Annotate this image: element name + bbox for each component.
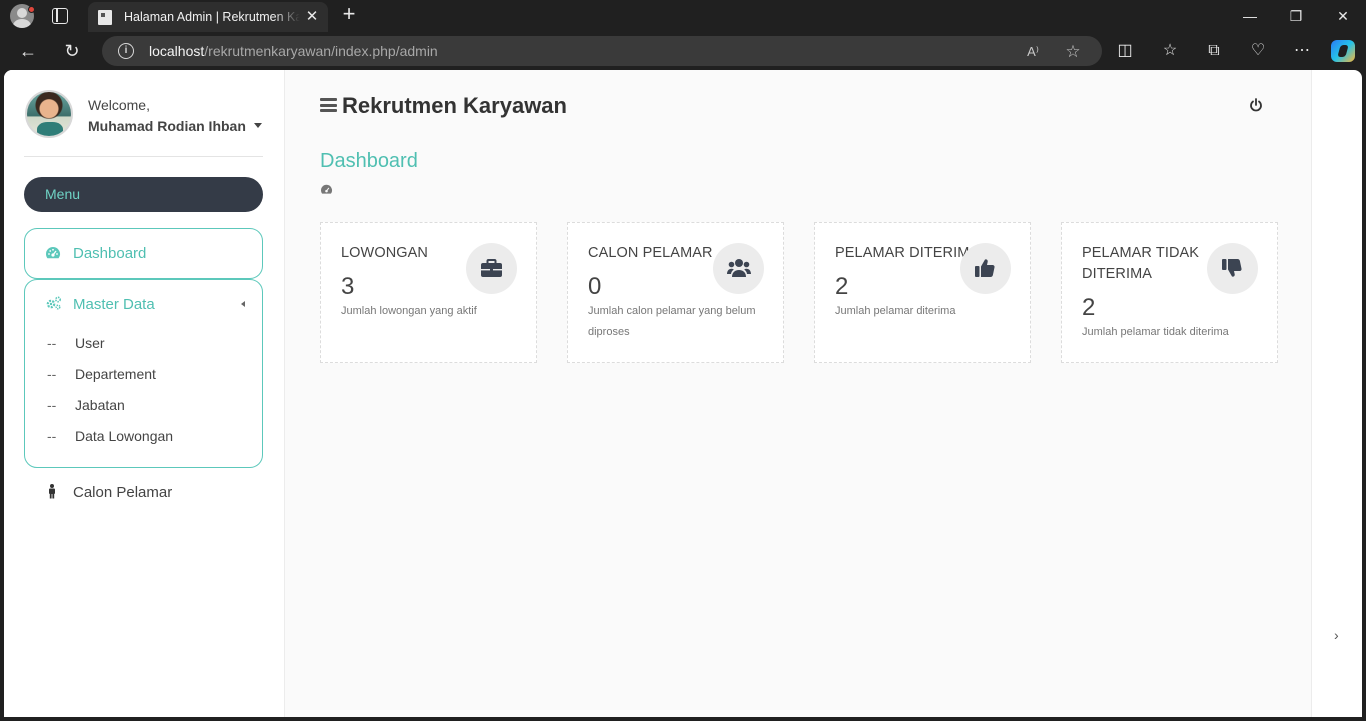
tab-title: Halaman Admin | Rekrutmen Karyawan xyxy=(124,10,300,24)
favorites-icon[interactable]: ☆ xyxy=(1160,41,1180,61)
sidebar-item-label: Master Data xyxy=(73,296,155,313)
sidebar-item-master-data[interactable]: Master Data xyxy=(25,280,262,326)
stat-card-pelamar-diterima: PELAMAR DITERIMA 2 Jumlah pelamar diteri… xyxy=(814,222,1031,363)
web-page: Welcome, Muhamad Rodian Ihban Menu Dashb… xyxy=(4,70,1362,717)
card-label: LOWONGAN xyxy=(341,245,428,261)
tab-close-icon[interactable]: ✕ xyxy=(302,7,322,27)
page-title: Dashboard xyxy=(320,150,418,172)
submenu-prefix: -- xyxy=(47,428,57,444)
refresh-icon[interactable]: ↻ xyxy=(62,41,82,61)
back-arrow-icon[interactable]: ← xyxy=(18,41,38,61)
submenu-item-jabatan[interactable]: -- Jabatan xyxy=(47,397,125,413)
tachometer-icon xyxy=(45,246,61,262)
card-value: 3 xyxy=(341,273,355,300)
browser-chrome: Halaman Admin | Rekrutmen Karyawan ✕ + —… xyxy=(0,0,1366,70)
submenu-label: Data Lowongan xyxy=(75,428,174,444)
submenu-label: Departement xyxy=(75,366,156,382)
app-title: Rekrutmen Karyawan xyxy=(342,93,567,118)
cogs-icon xyxy=(45,296,62,312)
new-tab-button[interactable]: + xyxy=(338,3,360,26)
url-path: /rekrutmenkaryawan/index.php/admin xyxy=(204,43,438,59)
menu-header: Menu xyxy=(24,177,263,212)
sidebar-item-label: Calon Pelamar xyxy=(73,484,173,501)
card-description: Jumlah pelamar tidak diterima xyxy=(1082,326,1229,338)
stat-card-calon-pelamar: CALON PELAMAR 0 Jumlah calon pelamar yan… xyxy=(567,222,784,363)
submenu-label: Jabatan xyxy=(75,397,125,413)
submenu-prefix: -- xyxy=(47,397,57,413)
card-label: PELAMAR TIDAK DITERIMA xyxy=(1082,245,1200,282)
submenu-prefix: -- xyxy=(47,366,57,382)
favorite-star-icon[interactable]: ☆ xyxy=(1064,43,1082,61)
sidebar: Welcome, Muhamad Rodian Ihban Menu Dashb… xyxy=(4,70,283,717)
sidebar-group-master-data: Master Data -- User -- Departement -- Jabat… xyxy=(24,279,263,468)
caret-down-icon xyxy=(253,122,262,128)
username: Muhamad Rodian Ihban xyxy=(88,118,246,134)
tab-strip: Halaman Admin | Rekrutmen Karyawan ✕ + —… xyxy=(0,0,1366,32)
url-text[interactable]: localhost/rekrutmenkaryawan/index.php/ad… xyxy=(149,43,438,59)
submenu-item-data-lowongan[interactable]: -- Data Lowongan xyxy=(47,428,173,444)
submenu-prefix: -- xyxy=(47,335,57,351)
users-icon xyxy=(713,243,764,294)
copilot-icon[interactable] xyxy=(1331,40,1355,62)
site-info-icon[interactable]: i xyxy=(118,43,134,59)
split-screen-icon[interactable]: ◫ xyxy=(1115,41,1135,61)
sidebar-item-label: Dashboard xyxy=(73,245,147,262)
submenu-item-user[interactable]: -- User xyxy=(47,335,105,351)
browser-tab[interactable]: Halaman Admin | Rekrutmen Karyawan ✕ xyxy=(88,2,328,32)
read-aloud-icon[interactable]: A⁾ xyxy=(1024,43,1042,61)
user-avatar xyxy=(25,90,73,138)
thumbs-up-icon xyxy=(960,243,1011,294)
card-label: CALON PELAMAR xyxy=(588,245,713,261)
collections-icon[interactable]: ⧉ xyxy=(1204,41,1224,61)
address-toolbar: ← ↻ i localhost/rekrutmenkaryawan/index.… xyxy=(0,32,1366,70)
person-icon xyxy=(44,484,60,500)
welcome-text: Welcome, xyxy=(88,97,150,113)
chevron-right-icon[interactable]: › xyxy=(1334,628,1346,642)
maximize-button[interactable]: ❐ xyxy=(1286,6,1306,26)
divider xyxy=(24,156,263,157)
minimize-button[interactable]: — xyxy=(1240,6,1260,26)
url-host: localhost xyxy=(149,43,205,59)
sidebar-item-dashboard[interactable]: Dashboard xyxy=(24,228,263,279)
main-content: Rekrutmen Karyawan Dashboard LOWONGAN 3 … xyxy=(284,70,1312,717)
submenu-label: User xyxy=(75,335,105,351)
thumbs-down-icon xyxy=(1207,243,1258,294)
hamburger-menu-icon[interactable] xyxy=(320,98,337,112)
sidebar-item-calon-pelamar[interactable]: Calon Pelamar xyxy=(24,472,263,512)
card-description: Jumlah lowongan yang aktif xyxy=(341,305,477,317)
more-options-icon[interactable]: ⋯ xyxy=(1292,41,1312,61)
browser-essentials-icon[interactable]: ♡ xyxy=(1248,41,1268,61)
card-value: 2 xyxy=(1082,294,1096,321)
notification-dot-icon xyxy=(28,6,35,13)
collapse-arrow-icon xyxy=(241,301,245,307)
stat-card-lowongan: LOWONGAN 3 Jumlah lowongan yang aktif xyxy=(320,222,537,363)
submenu-item-departement[interactable]: -- Departement xyxy=(47,366,156,382)
tachometer-icon xyxy=(320,184,334,196)
card-value: 0 xyxy=(588,273,602,300)
user-dropdown[interactable]: Muhamad Rodian Ihban xyxy=(88,118,262,134)
stat-card-pelamar-tidak-diterima: PELAMAR TIDAK DITERIMA 2 Jumlah pelamar … xyxy=(1061,222,1278,363)
favicon-icon xyxy=(98,10,112,25)
card-description: Jumlah pelamar diterima xyxy=(835,305,956,317)
card-description: Jumlah calon pelamar yang belum diproses xyxy=(588,305,756,338)
tab-actions-icon[interactable] xyxy=(52,8,68,24)
card-value: 2 xyxy=(835,273,849,300)
briefcase-icon xyxy=(466,243,517,294)
close-window-button[interactable]: ✕ xyxy=(1333,6,1353,26)
address-bar[interactable]: i localhost/rekrutmenkaryawan/index.php/… xyxy=(102,36,1102,66)
power-logout-icon[interactable] xyxy=(1248,98,1264,114)
